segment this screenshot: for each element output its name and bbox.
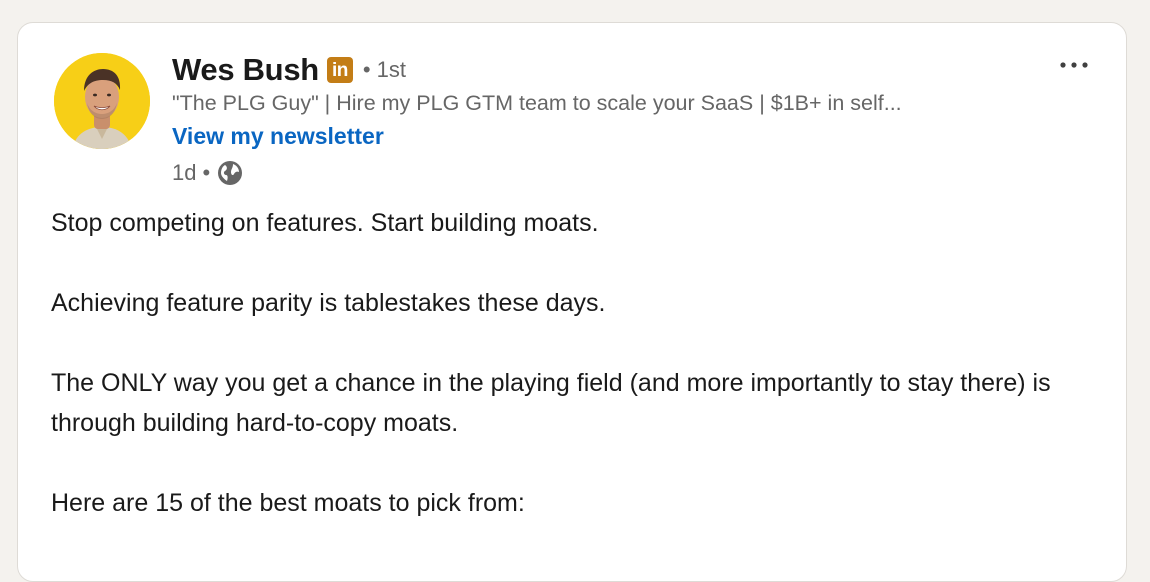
post-paragraph: Here are 15 of the best moats to pick fr… [51,489,525,517]
separator-dot: • [202,160,211,185]
author-photo [54,53,150,149]
author-name-row: Wes Bush in • 1st [172,51,406,89]
author-name[interactable]: Wes Bush [172,52,319,88]
post-paragraph: The ONLY way you get a chance in the pla… [51,369,1051,437]
linkedin-premium-badge-icon: in [326,57,353,83]
author-headline: "The PLG Guy" | Hire my PLG GTM team to … [172,91,902,115]
author-avatar[interactable] [54,53,150,149]
post-meta: 1d • [172,157,244,189]
connection-degree: 1st [376,57,406,82]
more-horizontal-icon [1060,62,1088,68]
separator-dot: • [362,57,371,82]
view-newsletter-link[interactable]: View my newsletter [172,123,384,150]
post-body: Stop competing on features. Start buildi… [51,203,1091,563]
feed-post-card: Wes Bush in • 1st "The PLG Guy" | Hire m… [17,22,1127,582]
globe-icon [216,159,244,187]
post-timestamp: 1d [172,160,197,185]
post-options-button[interactable] [1054,53,1094,77]
post-paragraph: Achieving feature parity is tablestakes … [51,289,606,317]
post-paragraph: Stop competing on features. Start buildi… [51,209,599,237]
